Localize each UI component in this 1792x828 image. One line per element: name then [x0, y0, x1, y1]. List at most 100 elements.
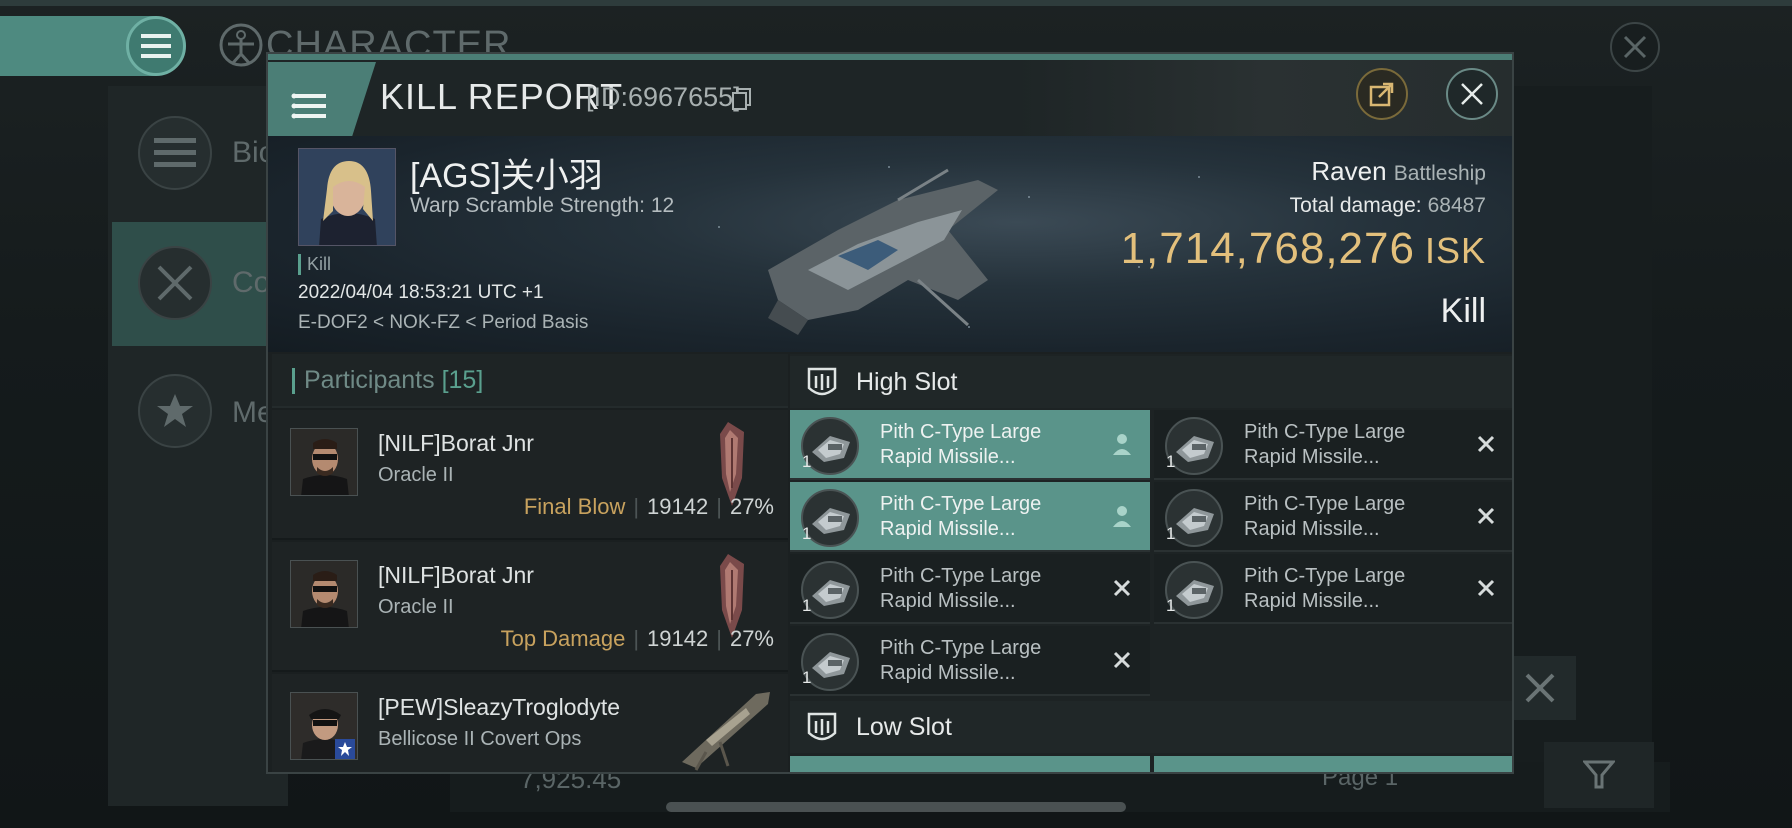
module-name-line2: Rapid Missile... [1244, 590, 1380, 612]
module-name-line1: Pith C-Type Large [880, 493, 1042, 515]
participant-ship: Oracle II [378, 464, 454, 486]
slot-icon [807, 367, 837, 396]
x-icon [1477, 435, 1495, 453]
isk-unit: ISK [1424, 230, 1486, 271]
isk-amount: 1,714,768,276 [1120, 224, 1415, 273]
module-name: Pith C-Type Large Rapid Missile... [880, 420, 1100, 470]
participant-ship: Bellicose II Covert Ops [378, 728, 582, 750]
low-slot-modules-partial [790, 756, 1512, 772]
participants-title: Participants [15] [304, 366, 483, 395]
participant-stats: Final Blow | 19142 | 27% [524, 494, 774, 520]
kill-summary-banner: [AGS]关小羽 Warp Scramble Strength: 12 Kill… [268, 136, 1512, 352]
close-icon [1461, 83, 1483, 105]
participant-name[interactable]: [NILF]Borat Jnr [378, 562, 534, 589]
module-name-line2: Rapid Missile... [880, 446, 1016, 468]
module-quantity: 1 [802, 596, 812, 615]
module-quantity: 1 [802, 524, 812, 543]
module-name-line2: Rapid Missile... [1244, 518, 1380, 540]
high-slot-header[interactable]: High Slot [790, 356, 1512, 408]
high-slot-module[interactable]: 1 Pith C-Type Large Rapid Missile... [790, 410, 1150, 480]
low-slot-module[interactable] [1154, 756, 1512, 772]
kill-report-id: [ID:6967655] [586, 82, 741, 112]
kill-tag: Kill [298, 254, 331, 275]
participant-portrait[interactable] [290, 692, 358, 760]
high-slot-module[interactable]: 1 Pith C-Type Large Rapid Missile... [1154, 410, 1512, 480]
participant-percent: 27% [729, 626, 774, 651]
high-slot-module[interactable]: 1 Pith C-Type Large Rapid Missile... [1154, 554, 1512, 624]
total-damage-label: Total damage: [1289, 194, 1422, 217]
close-icon [1623, 35, 1647, 59]
module-name-line2: Rapid Missile... [880, 518, 1016, 540]
participant-percent: 27% [729, 494, 774, 519]
participants-header-accent [292, 368, 295, 394]
fitting-tool-button[interactable] [1504, 656, 1576, 720]
participant-ship-image[interactable] [676, 682, 776, 774]
module-quantity: 1 [802, 668, 812, 687]
module-name-line2: Rapid Missile... [1244, 446, 1380, 468]
share-button[interactable] [1356, 68, 1408, 120]
star-icon [338, 742, 352, 756]
module-quantity: 1 [802, 452, 812, 471]
module-name-line1: Pith C-Type Large [1244, 421, 1406, 443]
character-close-button[interactable] [1610, 22, 1660, 72]
horizontal-scrollbar[interactable] [666, 802, 1126, 812]
side-item-combat[interactable] [138, 246, 212, 320]
victim-portrait[interactable] [298, 148, 396, 246]
high-slot-title: High Slot [856, 368, 958, 396]
crossed-swords-icon [157, 265, 193, 301]
star-icon [157, 394, 193, 427]
kill-location[interactable]: E-DOF2 < NOK-FZ < Period Basis [298, 312, 588, 334]
side-item-medals[interactable] [138, 374, 212, 448]
low-slot-module[interactable] [790, 756, 1150, 772]
ship-class: Battleship [1393, 162, 1486, 185]
high-slot-module[interactable]: 1 Pith C-Type Large Rapid Missile... [790, 554, 1150, 624]
victim-name[interactable]: [AGS]关小羽 [410, 148, 603, 197]
slot-icon [807, 712, 837, 741]
victim-ship-image[interactable] [748, 160, 1008, 340]
participant-role: Top Damage [500, 626, 626, 651]
x-icon [1477, 579, 1495, 597]
participant-row[interactable]: [NILF]Borat Jnr Oracle II Final Blow | 191… [272, 410, 788, 540]
copy-icon[interactable] [732, 88, 752, 110]
portrait-image [299, 149, 395, 245]
divider: | [716, 494, 722, 519]
filter-button[interactable] [1544, 742, 1654, 808]
participant-portrait[interactable] [290, 428, 358, 496]
participants-header[interactable]: Participants [15] [272, 354, 788, 408]
divider: | [633, 626, 640, 651]
module-name-line2: Rapid Missile... [880, 662, 1016, 684]
low-slot-title: Low Slot [856, 713, 952, 741]
module-quantity: 1 [1166, 596, 1176, 615]
high-slot-module[interactable]: 1 Pith C-Type Large Rapid Missile... [790, 626, 1150, 696]
side-item-bio[interactable] [138, 116, 212, 190]
participant-ship: Oracle II [378, 596, 454, 618]
participant-row[interactable]: [PEW]SleazyTroglodyte Bellicose II Cover… [272, 674, 788, 774]
participant-name[interactable]: [PEW]SleazyTroglodyte [378, 694, 620, 721]
module-quantity: 1 [1166, 452, 1176, 471]
side-item-combat-label: Co [232, 266, 271, 299]
x-icon [1113, 651, 1131, 669]
high-slot-module[interactable]: 1 Pith C-Type Large Rapid Missile... [1154, 482, 1512, 552]
top-accent-line [0, 0, 1792, 6]
kill-report-close-button[interactable] [1446, 68, 1498, 120]
x-icon [1477, 507, 1495, 525]
participant-name[interactable]: [NILF]Borat Jnr [378, 430, 534, 457]
kill-date: 2022/04/04 18:53:21 UTC +1 [298, 282, 544, 303]
portrait-image [291, 561, 357, 627]
module-name-line1: Pith C-Type Large [880, 637, 1042, 659]
participant-row[interactable]: [NILF]Borat Jnr Oracle II Top Damage | 191… [272, 542, 788, 672]
high-slot-module[interactable]: 1 Pith C-Type Large Rapid Missile... [790, 482, 1150, 552]
menu-icon [291, 93, 326, 119]
module-name: Pith C-Type Large Rapid Missile... [880, 492, 1100, 542]
low-slot-header[interactable]: Low Slot [790, 701, 1512, 753]
character-menu-button[interactable] [126, 16, 186, 76]
participant-role: Final Blow [523, 494, 626, 519]
participant-portrait[interactable] [290, 560, 358, 628]
module-name-line2: Rapid Missile... [880, 590, 1016, 612]
menu-icon [141, 34, 171, 58]
wrench-icon [1525, 673, 1555, 703]
portrait-image [291, 429, 357, 495]
victim-ship[interactable]: Raven Battleship [1311, 156, 1486, 187]
fitting-slots-panel: High Slot 1 Pith C-Type Large Rapid Missil… [790, 354, 1512, 772]
person-icon [1113, 434, 1131, 455]
